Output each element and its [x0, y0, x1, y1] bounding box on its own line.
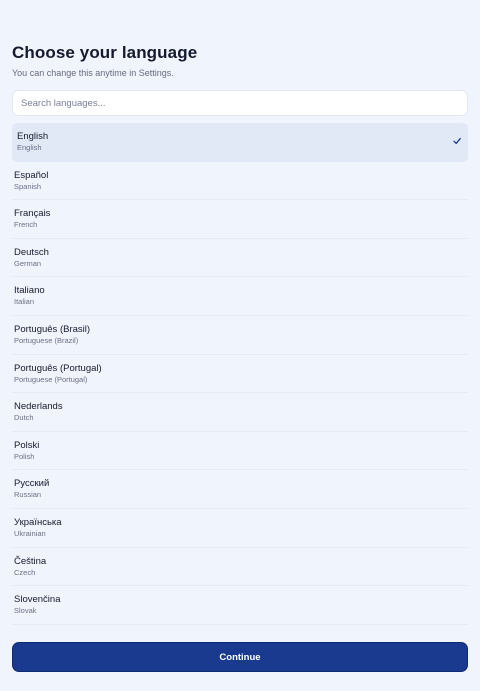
language-english-name: Ukrainian	[14, 528, 46, 538]
language-native-name: Español	[14, 169, 49, 181]
language-english-name: French	[14, 220, 38, 230]
language-english-name: Czech	[14, 567, 36, 577]
language-option-portuguese-brazil[interactable]: Português (Brasil) Portuguese (Brazil)	[12, 316, 468, 355]
language-option-french[interactable]: Français French	[12, 200, 468, 239]
language-list: English English Español Spanish Français…	[12, 123, 468, 625]
language-native-name: English	[17, 131, 49, 142]
language-english-name: Polish	[14, 451, 35, 461]
language-native-name: Deutsch	[14, 246, 49, 258]
language-native-name: Português (Brasil)	[14, 323, 91, 335]
language-native-name: Nederlands	[14, 401, 63, 413]
language-option-czech[interactable]: Čeština Czech	[12, 548, 468, 587]
language-english-name: Russian	[14, 490, 42, 500]
language-option-ukrainian[interactable]: Українська Ukrainian	[12, 509, 468, 548]
language-english-name: Spanish	[14, 181, 42, 191]
language-option-spanish[interactable]: Español Spanish	[12, 162, 468, 201]
page-title: Choose your language	[12, 43, 198, 62]
language-option-italian[interactable]: Italiano Italian	[12, 277, 468, 316]
language-english-name: Dutch	[14, 413, 34, 423]
language-option-dutch[interactable]: Nederlands Dutch	[12, 393, 468, 432]
language-native-name: Slovenčina	[14, 594, 61, 606]
language-option-english[interactable]: English English	[12, 123, 468, 162]
language-native-name: Polski	[14, 439, 40, 451]
language-native-name: Čeština	[14, 555, 47, 567]
language-native-name: Українська	[14, 516, 62, 528]
language-native-name: Italiano	[14, 285, 45, 297]
continue-button[interactable]: Continue	[12, 642, 468, 672]
language-option-slovak[interactable]: Slovenčina Slovak	[12, 586, 468, 625]
language-native-name: Français	[14, 208, 51, 220]
language-english-name: Portuguese (Portugal)	[14, 374, 88, 384]
language-english-name: Portuguese (Brazil)	[14, 335, 79, 345]
language-option-polish[interactable]: Polski Polish	[12, 432, 468, 471]
language-native-name: Русский	[14, 478, 50, 490]
page-subtitle: You can change this anytime in Settings.	[12, 68, 174, 78]
language-option-german[interactable]: Deutsch German	[12, 239, 468, 278]
language-option-portuguese-portugal[interactable]: Português (Portugal) Portuguese (Portuga…	[12, 355, 468, 394]
language-english-name: German	[14, 258, 42, 268]
search-input[interactable]	[12, 90, 468, 116]
language-english-name: English	[17, 143, 42, 152]
language-english-name: Italian	[14, 297, 35, 307]
language-native-name: Português (Portugal)	[14, 362, 102, 374]
check-icon	[453, 137, 461, 145]
language-option-russian[interactable]: Русский Russian	[12, 470, 468, 509]
language-english-name: Slovak	[14, 606, 37, 616]
